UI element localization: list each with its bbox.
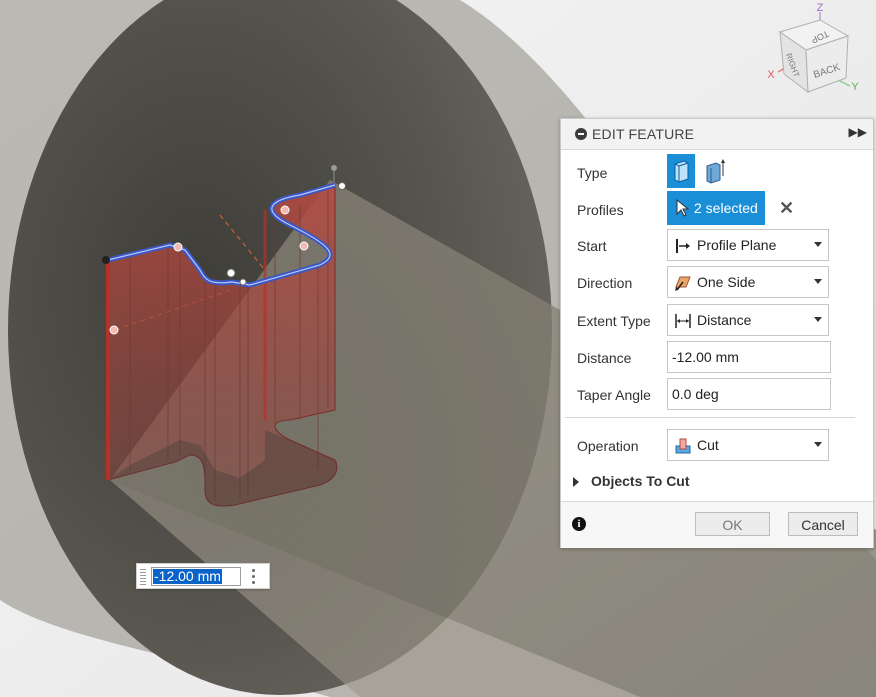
extent-type-dropdown[interactable]: Distance [667,304,829,336]
dimension-input[interactable]: -12.00 mm [151,567,241,586]
expand-panel-icon[interactable]: ▶▶ [849,125,867,139]
edit-feature-panel: EDIT FEATURE ▶▶ Type Profiles 2 selected [560,118,874,548]
info-icon[interactable]: i [572,517,586,531]
more-options-icon[interactable] [252,568,256,586]
operation-value: Cut [697,437,719,453]
distance-icon [675,314,691,328]
panel-title: EDIT FEATURE [592,126,695,142]
type-label: Type [577,165,608,181]
extrude-type-solid-button[interactable] [667,154,695,188]
collapse-icon[interactable] [575,128,587,140]
start-row: Start Profile Plane [561,229,873,263]
type-row: Type [561,154,873,190]
one-side-direction-icon [675,276,691,291]
taper-angle-input[interactable] [667,378,831,410]
panel-header[interactable]: EDIT FEATURE ▶▶ [561,119,873,150]
objects-to-cut-label: Objects To Cut [591,473,690,489]
extrude-type-thin-button[interactable] [701,154,729,188]
chevron-down-icon [814,317,822,322]
start-value: Profile Plane [697,237,777,253]
distance-input[interactable] [667,341,831,373]
cancel-button[interactable]: Cancel [788,512,858,536]
taper-angle-row: Taper Angle [561,378,873,412]
dimension-value: -12.00 mm [153,568,222,584]
taper-angle-label: Taper Angle [577,387,651,403]
axis-x-label: X [767,69,775,81]
chevron-down-icon [814,242,822,247]
solid-extrude-icon [674,160,689,183]
view-cube[interactable]: TOP RIGHT BACK Z X Y [760,0,876,100]
profiles-selected-count: 2 selected [694,200,758,216]
thin-extrude-icon [706,159,725,184]
distance-label: Distance [577,350,632,366]
extent-type-label: Extent Type [577,313,651,329]
operation-dropdown[interactable]: Cut [667,429,829,461]
direction-label: Direction [577,275,633,291]
direction-dropdown[interactable]: One Side [667,266,829,298]
drag-handle[interactable] [140,569,146,585]
ok-button[interactable]: OK [695,512,770,536]
profile-plane-icon [676,239,690,253]
cut-operation-icon [675,438,691,454]
cursor-arrow-icon [676,199,689,217]
chevron-down-icon [814,279,822,284]
extent-type-value: Distance [697,312,752,328]
chevron-down-icon [814,442,822,447]
panel-divider [565,417,855,418]
direction-row: Direction One Side [561,266,873,300]
dimension-input-box: -12.00 mm [136,563,270,589]
axis-z-label: Z [817,2,824,14]
profiles-row: Profiles 2 selected ✕ [561,191,873,227]
operation-row: Operation Cut [561,429,873,463]
start-label: Start [577,238,607,254]
direction-value: One Side [697,274,756,290]
expand-arrow-icon [573,477,579,487]
clear-selection-icon[interactable]: ✕ [779,198,794,219]
operation-label: Operation [577,438,639,454]
profiles-label: Profiles [577,202,624,218]
profiles-select-button[interactable]: 2 selected [667,191,765,225]
axis-y-label: Y [851,81,859,93]
extent-type-row: Extent Type Distance [561,304,873,338]
panel-footer: i OK Cancel [561,501,873,548]
distance-row: Distance [561,341,873,375]
start-dropdown[interactable]: Profile Plane [667,229,829,261]
